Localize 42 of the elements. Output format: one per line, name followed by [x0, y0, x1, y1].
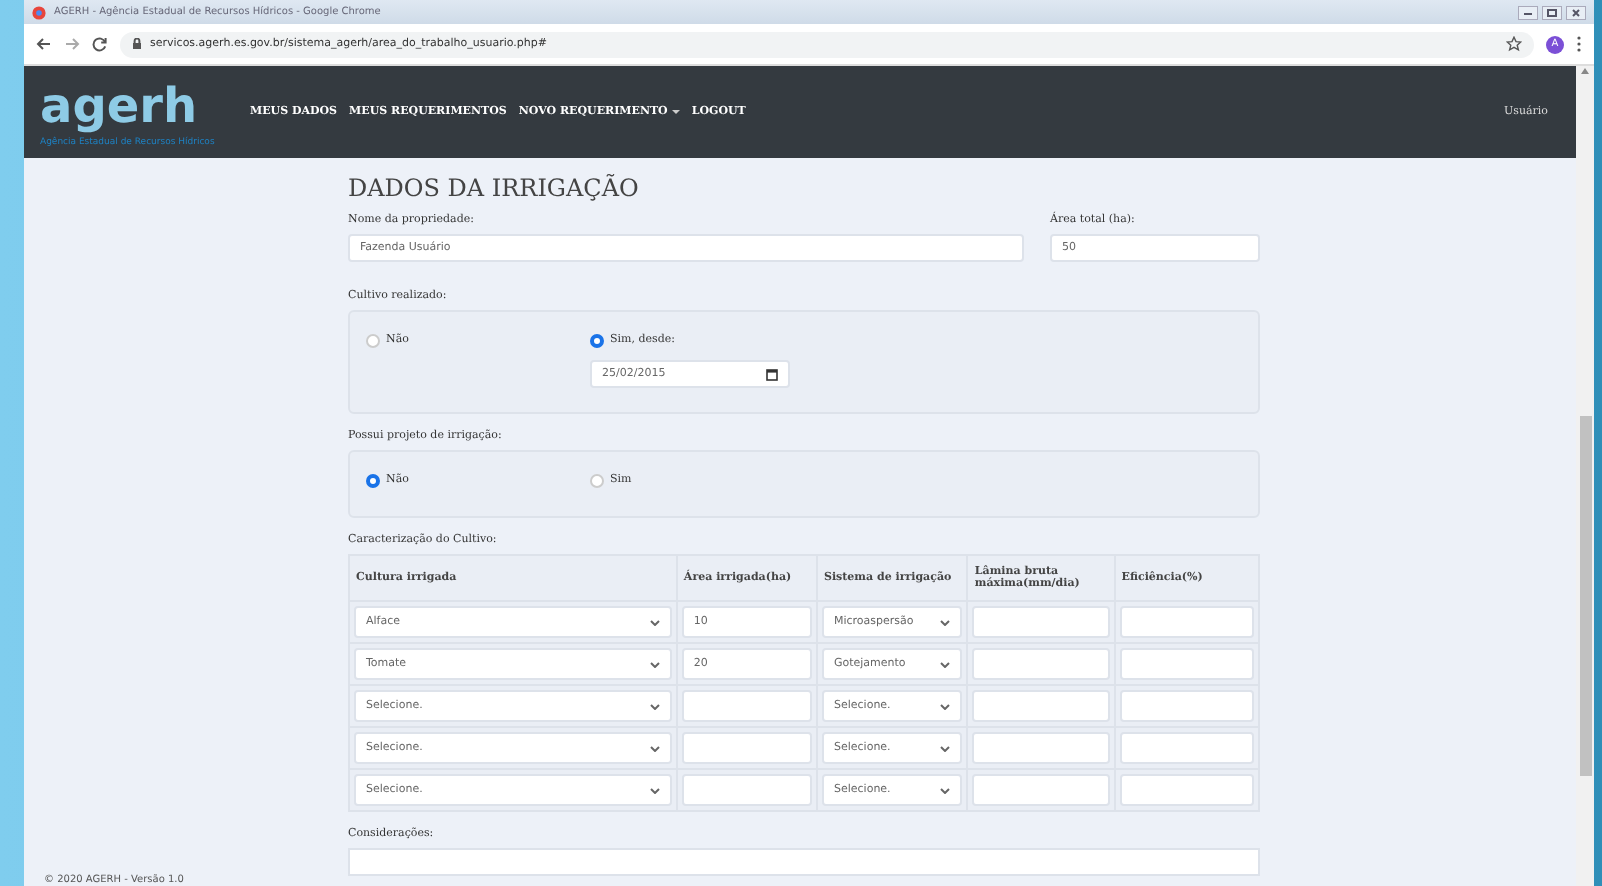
calendar-icon[interactable] — [766, 367, 778, 381]
caret-icon — [649, 661, 660, 667]
efficiency-field[interactable] — [1119, 774, 1254, 806]
irrigated-area-field[interactable] — [681, 774, 812, 806]
radio-button[interactable] — [366, 473, 380, 487]
caret-icon — [649, 619, 660, 625]
gross-depth-field[interactable] — [972, 732, 1110, 764]
radio-button[interactable] — [590, 333, 604, 347]
gross-depth-field[interactable] — [972, 606, 1110, 638]
bookmark-star-icon[interactable] — [1506, 36, 1522, 52]
reload-icon[interactable] — [92, 36, 108, 52]
minimize-icon[interactable] — [1518, 5, 1538, 19]
caret-icon — [649, 787, 660, 793]
irrigated-area-field[interactable] — [681, 732, 812, 764]
browser-logo-icon — [32, 5, 46, 19]
back-icon[interactable] — [36, 36, 52, 52]
considerations-field[interactable] — [348, 848, 1260, 876]
gross-depth-field[interactable] — [972, 774, 1110, 806]
efficiency-field[interactable] — [1119, 648, 1254, 680]
irrigated-area-field[interactable] — [681, 690, 812, 722]
gross-depth-field[interactable] — [972, 690, 1110, 722]
forward-icon[interactable] — [64, 36, 80, 52]
caret-icon — [940, 703, 951, 709]
efficiency-field[interactable] — [1119, 606, 1254, 638]
caret-icon — [940, 619, 951, 625]
scrollbar-thumb[interactable] — [1579, 416, 1591, 776]
menu-icon[interactable] — [1576, 36, 1582, 52]
efficiency-field[interactable] — [1119, 690, 1254, 722]
restore-icon[interactable] — [1542, 5, 1562, 19]
radio-button[interactable] — [590, 473, 604, 487]
logo-wordmark[interactable]: agerh — [40, 75, 198, 135]
radio-button[interactable] — [366, 333, 380, 347]
lock-icon — [132, 38, 142, 50]
gross-depth-field[interactable] — [972, 648, 1110, 680]
caret-icon — [649, 703, 660, 709]
close-icon[interactable] — [1566, 5, 1586, 19]
efficiency-field[interactable] — [1119, 732, 1254, 764]
caret-icon — [940, 787, 951, 793]
caret-icon — [940, 661, 951, 667]
caret-icon — [649, 745, 660, 751]
section-title: DADOS DA IRRIGAÇÃO — [348, 174, 641, 202]
caret-icon — [940, 745, 951, 751]
